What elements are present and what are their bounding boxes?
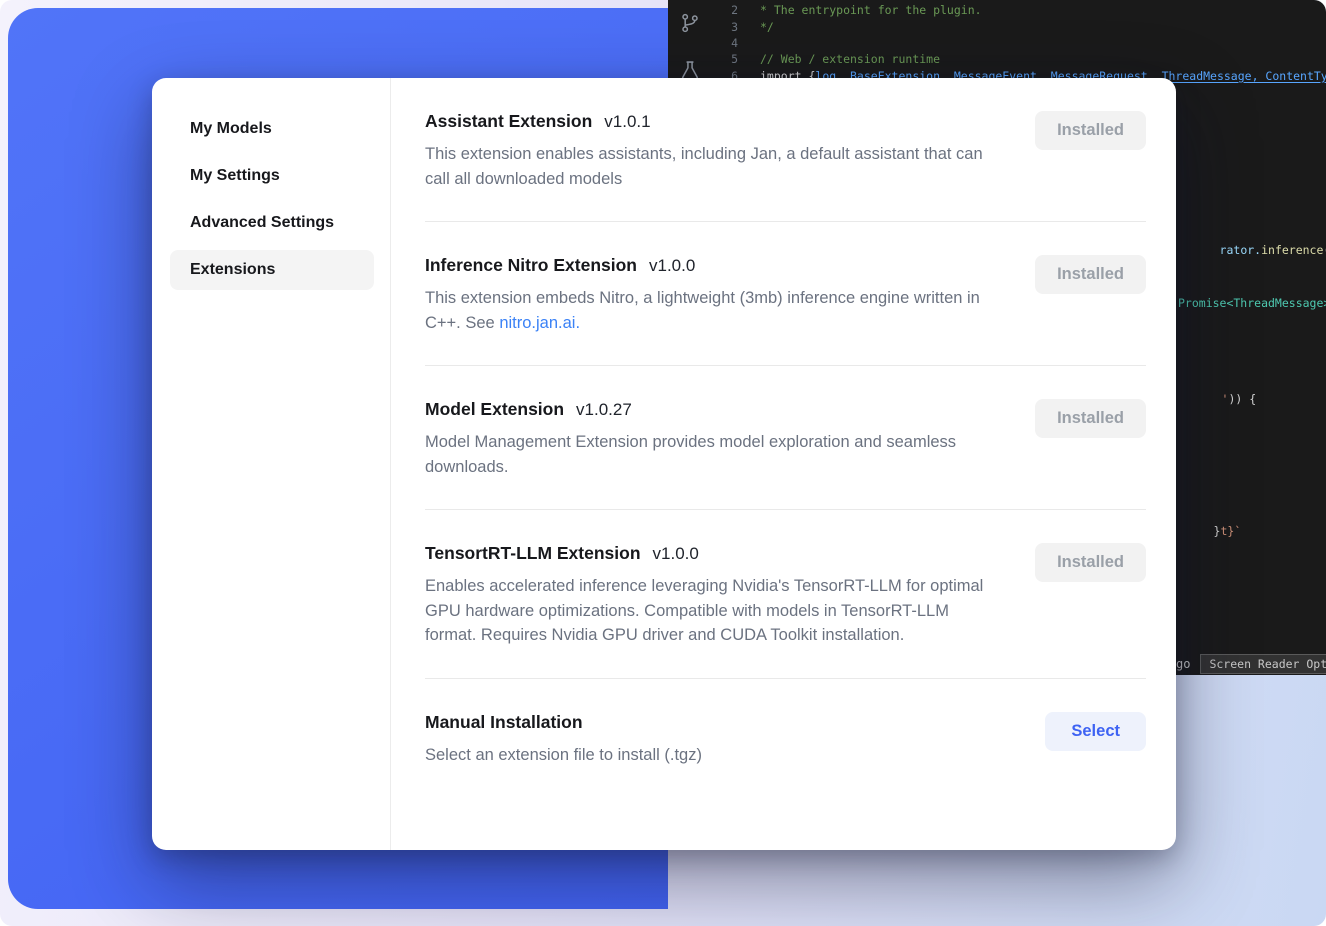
code-comment-text: * The entrypoint for the plugin.	[760, 3, 982, 17]
code-fragment-template: }t}`	[1172, 510, 1241, 552]
code-comment-text: // Web / extension runtime	[760, 52, 940, 66]
extension-row-model: Model Extension v1.0.27 Model Management…	[425, 366, 1146, 510]
extension-info: Inference Nitro Extension v1.0.0 This ex…	[425, 255, 1035, 335]
line-number: 2	[668, 3, 738, 17]
code-lines: 2 * The entrypoint for the plugin. 3 */ …	[668, 2, 1326, 84]
extension-row-inference-nitro: Inference Nitro Extension v1.0.0 This ex…	[425, 222, 1146, 366]
extension-name: Inference Nitro Extension	[425, 255, 637, 276]
code-token: )) {	[1228, 392, 1256, 406]
extension-title: Inference Nitro Extension v1.0.0	[425, 255, 1035, 276]
code-line: 5 // Web / extension runtime	[668, 51, 1326, 67]
extension-name: TensortRT-LLM Extension	[425, 543, 641, 564]
extension-version: v1.0.27	[576, 400, 632, 420]
code-comment-text: */	[760, 20, 774, 34]
extension-info: Manual Installation Select an extension …	[425, 712, 1045, 768]
extension-info: Model Extension v1.0.27 Model Management…	[425, 399, 1035, 479]
extension-title: TensortRT-LLM Extension v1.0.0	[425, 543, 1035, 564]
extension-name: Assistant Extension	[425, 111, 592, 132]
code-token: inference	[1261, 243, 1323, 257]
line-number: 3	[668, 20, 738, 34]
nitro-jan-ai-link[interactable]: nitro.jan.ai.	[499, 314, 580, 332]
extension-info: Assistant Extension v1.0.1 This extensio…	[425, 111, 1035, 191]
extension-name: Model Extension	[425, 399, 564, 420]
installed-button[interactable]: Installed	[1035, 399, 1146, 438]
extension-description: Enables accelerated inference leveraging…	[425, 574, 1000, 648]
extension-row-tensorrt-llm: TensortRT-LLM Extension v1.0.0 Enables a…	[425, 510, 1146, 679]
installed-button[interactable]: Installed	[1035, 255, 1146, 294]
code-token: t}`	[1220, 524, 1241, 538]
code-token: rator.	[1220, 243, 1262, 257]
installed-button[interactable]: Installed	[1035, 543, 1146, 582]
extension-row-assistant: Assistant Extension v1.0.1 This extensio…	[425, 78, 1146, 222]
sidebar-item-my-settings[interactable]: My Settings	[170, 156, 374, 196]
code-line: 4	[668, 35, 1326, 51]
description-text: Select an extension file to install (.tg…	[425, 746, 702, 764]
code-fragment-inference: rator.inference(data));	[1178, 229, 1326, 271]
extension-title: Assistant Extension v1.0.1	[425, 111, 1035, 132]
screen-reader-optimized-status[interactable]: Screen Reader Optimized	[1200, 654, 1326, 674]
settings-sidebar: My Models My Settings Advanced Settings …	[152, 78, 391, 850]
status-bar-text: go	[1176, 657, 1190, 671]
extension-description: This extension embeds Nitro, a lightweig…	[425, 286, 1000, 335]
manual-installation-description: Select an extension file to install (.tg…	[425, 743, 1000, 768]
extension-version: v1.0.1	[604, 112, 650, 132]
description-text: This extension enables assistants, inclu…	[425, 145, 983, 188]
settings-modal: My Models My Settings Advanced Settings …	[152, 78, 1176, 850]
code-line: 2 * The entrypoint for the plugin.	[668, 2, 1326, 18]
code-line: 3 */	[668, 18, 1326, 34]
description-text: Model Management Extension provides mode…	[425, 433, 956, 476]
code-fragment-brace: ')) {	[1180, 378, 1256, 420]
extension-description: Model Management Extension provides mode…	[425, 430, 1000, 479]
screenshot-canvas: 2 * The entrypoint for the plugin. 3 */ …	[0, 0, 1326, 926]
line-number: 5	[668, 52, 738, 66]
manual-installation-title: Manual Installation	[425, 712, 583, 733]
extension-description: This extension enables assistants, inclu…	[425, 142, 1000, 191]
code-fragment-promise: Promise<ThreadMessage>	[1178, 296, 1326, 310]
description-text: Enables accelerated inference leveraging…	[425, 577, 983, 644]
extension-info: TensortRT-LLM Extension v1.0.0 Enables a…	[425, 543, 1035, 648]
extension-version: v1.0.0	[649, 256, 695, 276]
sidebar-item-extensions[interactable]: Extensions	[170, 250, 374, 290]
sidebar-item-advanced-settings[interactable]: Advanced Settings	[170, 203, 374, 243]
sidebar-item-my-models[interactable]: My Models	[170, 109, 374, 149]
manual-installation-row: Manual Installation Select an extension …	[425, 679, 1146, 798]
extension-title: Manual Installation	[425, 712, 1045, 733]
extension-version: v1.0.0	[653, 544, 699, 564]
extensions-panel: Assistant Extension v1.0.1 This extensio…	[391, 78, 1176, 850]
select-file-button[interactable]: Select	[1045, 712, 1146, 751]
extension-title: Model Extension v1.0.27	[425, 399, 1035, 420]
line-number: 4	[668, 36, 738, 50]
installed-button[interactable]: Installed	[1035, 111, 1146, 150]
